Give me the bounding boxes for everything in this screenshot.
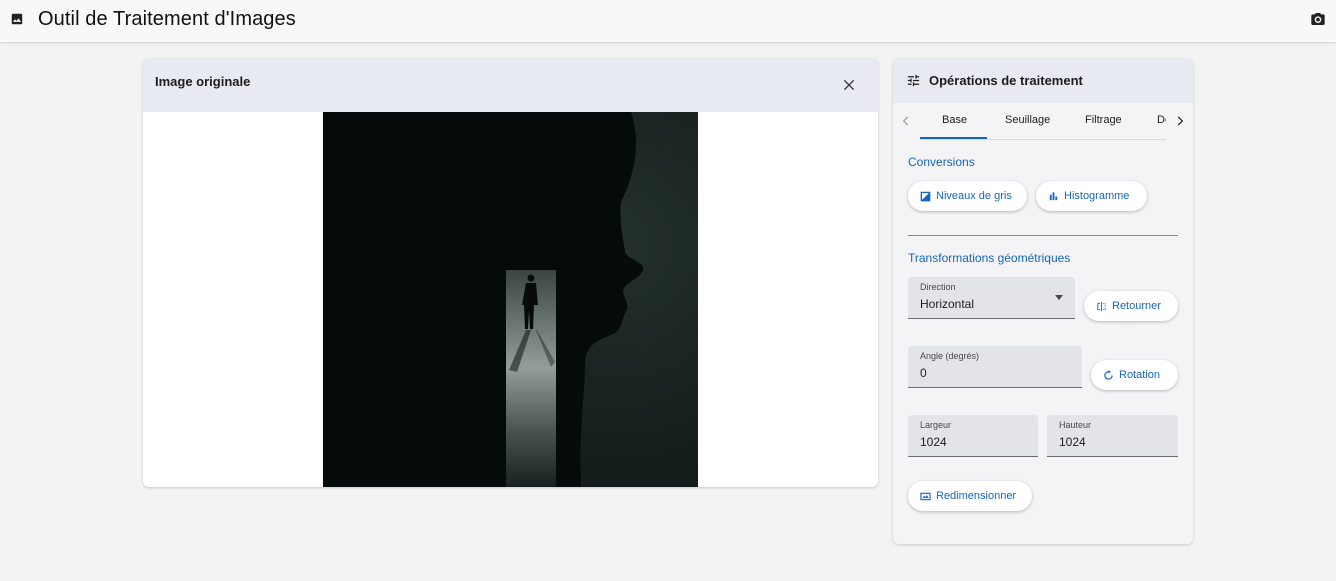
flip-label: Retourner [1112, 300, 1161, 312]
flip-button[interactable]: Retourner [1084, 291, 1178, 321]
original-image-card: Image originale [143, 58, 878, 487]
direction-value: Horizontal [920, 297, 975, 311]
resize-label: Redimensionner [936, 490, 1017, 502]
height-field[interactable]: Hauteur 1024 [1047, 415, 1178, 457]
tab-seuillage[interactable]: Seuillage [1005, 114, 1050, 126]
camera-icon[interactable] [1310, 11, 1326, 27]
bar-chart-icon [1049, 191, 1058, 200]
direction-label: Direction [920, 282, 956, 292]
rotate-icon [1104, 369, 1113, 380]
close-icon[interactable] [841, 77, 857, 93]
operations-panel: Opérations de traitement Base Seuillage … [893, 58, 1193, 544]
chevron-right-icon[interactable] [1173, 114, 1187, 128]
conversions-title: Conversions [908, 155, 975, 169]
tab-de[interactable]: De [1157, 114, 1166, 126]
section-divider [908, 235, 1178, 236]
active-tab-indicator [920, 137, 987, 139]
image-icon [11, 13, 23, 25]
flip-icon [1097, 301, 1106, 311]
operations-title: Opérations de traitement [929, 73, 1083, 88]
direction-select[interactable]: Direction Horizontal [908, 277, 1075, 319]
height-label: Hauteur [1059, 420, 1092, 430]
dropdown-arrow-icon [1055, 295, 1063, 300]
rotate-button[interactable]: Rotation [1091, 360, 1178, 390]
tune-icon [907, 74, 920, 87]
operations-tabs: Base Seuillage Filtrage De [893, 103, 1193, 140]
width-field[interactable]: Largeur 1024 [908, 415, 1038, 457]
tab-filtrage[interactable]: Filtrage [1085, 114, 1122, 126]
operations-header: Opérations de traitement [893, 58, 1193, 103]
width-value: 1024 [920, 435, 947, 449]
resize-icon [920, 492, 931, 500]
original-image-header: Image originale [143, 58, 878, 112]
chevron-left-icon[interactable] [899, 114, 913, 128]
original-image [323, 112, 698, 487]
grayscale-label: Niveaux de gris [936, 190, 1012, 202]
original-image-title: Image originale [155, 74, 251, 89]
angle-value: 0 [920, 366, 927, 380]
grayscale-icon [920, 191, 931, 201]
histogram-label: Histogramme [1064, 190, 1130, 202]
angle-label: Angle (degrés) [920, 351, 980, 361]
app-bar: Outil de Traitement d'Images [0, 0, 1336, 43]
height-value: 1024 [1059, 435, 1086, 449]
angle-field[interactable]: Angle (degrés) 0 [908, 346, 1082, 388]
app-title: Outil de Traitement d'Images [38, 8, 296, 30]
tab-strip: Base Seuillage Filtrage De [920, 103, 1166, 140]
geometric-title: Transformations géométriques [908, 251, 1071, 265]
width-label: Largeur [920, 420, 952, 430]
grayscale-button[interactable]: Niveaux de gris [908, 181, 1027, 211]
resize-button[interactable]: Redimensionner [908, 481, 1032, 511]
rotate-label: Rotation [1119, 369, 1160, 381]
tab-base[interactable]: Base [942, 114, 967, 126]
histogram-button[interactable]: Histogramme [1036, 181, 1147, 211]
